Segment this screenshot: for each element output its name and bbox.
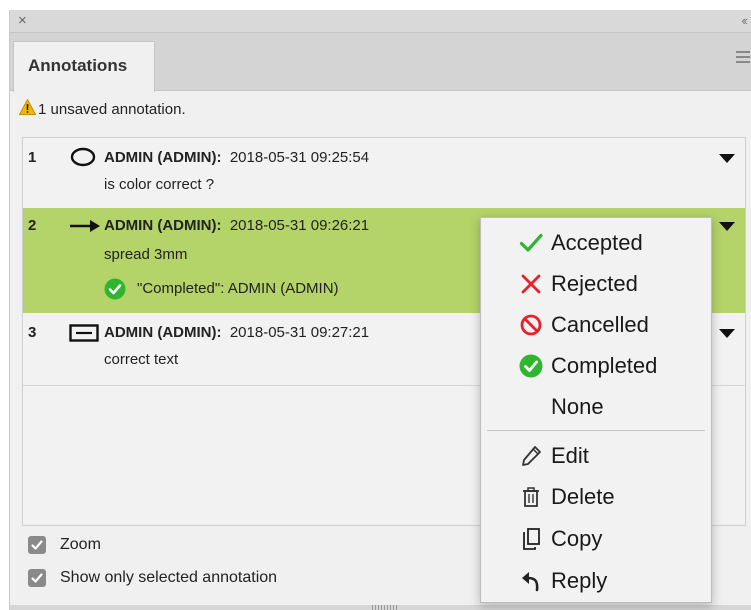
trash-icon [523, 487, 539, 507]
annotation-header: ADMIN (ADMIN): 2018-05-31 09:27:21 [104, 324, 369, 341]
panel-title-bar: × ‹‹ [10, 10, 751, 33]
annotation-timestamp: 2018-05-31 09:25:54 [229, 149, 370, 166]
x-icon [521, 274, 541, 294]
show-selected-label: Show only selected annotation [60, 569, 278, 586]
cancel-icon [520, 314, 542, 336]
annotation-status-text: "Completed": ADMIN (ADMIN) [137, 280, 339, 297]
completed-check-icon [104, 278, 126, 300]
menu-item-label: Completed [551, 353, 658, 378]
menu-item-label: Cancelled [551, 312, 649, 337]
menu-item-copy[interactable]: Copy [481, 518, 711, 558]
annotation-author: ADMIN (ADMIN): [104, 149, 222, 166]
menu-item-label: Rejected [551, 271, 638, 296]
annotation-row-1[interactable]: 1 ADMIN (ADMIN): 2018-05-31 09:25:54 is … [23, 138, 745, 208]
reply-icon [522, 572, 539, 592]
chevron-down-icon[interactable] [719, 154, 735, 163]
menu-separator [487, 430, 705, 431]
collapse-icon[interactable]: ‹‹ [741, 11, 748, 31]
unsaved-warning-text: 1 unsaved annotation. [38, 101, 186, 118]
annotation-context-menu: Accepted Rejected Cancelled Completed No… [480, 217, 712, 603]
tab-annotations[interactable]: Annotations [13, 41, 155, 92]
zoom-label: Zoom [60, 536, 101, 553]
completed-check-icon [519, 354, 543, 378]
chevron-down-icon[interactable] [719, 222, 735, 231]
annotation-timestamp: 2018-05-31 09:27:21 [229, 324, 370, 341]
tab-strip: Annotations [10, 33, 751, 92]
ellipse-icon [70, 147, 96, 167]
copy-icon [523, 528, 540, 550]
menu-item-label: Reply [551, 568, 608, 593]
annotation-number: 1 [28, 149, 37, 166]
menu-item-label: Accepted [551, 230, 643, 255]
check-icon [519, 233, 543, 252]
menu-item-label: Copy [551, 526, 603, 551]
annotation-text: correct text [104, 351, 179, 368]
annotation-author: ADMIN (ADMIN): [104, 217, 222, 234]
warning-icon [19, 99, 36, 115]
menu-item-rejected[interactable]: Rejected [481, 263, 711, 303]
annotation-text: spread 3mm [104, 246, 188, 263]
menu-item-delete[interactable]: Delete [481, 476, 711, 516]
menu-item-cancelled[interactable]: Cancelled [481, 304, 711, 344]
tab-annotations-label: Annotations [28, 56, 128, 75]
menu-item-label: Delete [551, 484, 615, 509]
annotation-number: 2 [28, 217, 37, 234]
chevron-down-icon[interactable] [719, 329, 735, 338]
annotation-header: ADMIN (ADMIN): 2018-05-31 09:26:21 [104, 217, 369, 234]
resize-grip-icon[interactable] [372, 605, 398, 610]
checkbox-check-icon[interactable] [28, 569, 46, 587]
menu-item-accepted[interactable]: Accepted [481, 222, 711, 262]
annotation-author: ADMIN (ADMIN): [104, 324, 222, 341]
panel-menu-icon[interactable] [736, 51, 750, 66]
text-box-icon [69, 324, 99, 342]
close-icon[interactable]: × [18, 11, 27, 31]
arrow-icon [70, 220, 100, 232]
annotation-number: 3 [28, 324, 37, 341]
annotation-header: ADMIN (ADMIN): 2018-05-31 09:25:54 [104, 149, 369, 166]
checkbox-check-icon[interactable] [28, 536, 46, 554]
menu-item-completed[interactable]: Completed [481, 345, 711, 385]
pencil-icon [522, 446, 541, 466]
annotation-text: is color correct ? [104, 176, 215, 193]
menu-item-label: Edit [551, 443, 589, 468]
menu-item-reply[interactable]: Reply [481, 560, 711, 600]
panel-bottom-bar [10, 605, 751, 610]
menu-item-edit[interactable]: Edit [481, 435, 711, 475]
menu-item-label: None [551, 394, 604, 419]
annotation-timestamp: 2018-05-31 09:26:21 [229, 217, 370, 234]
menu-item-none[interactable]: None [481, 386, 711, 426]
